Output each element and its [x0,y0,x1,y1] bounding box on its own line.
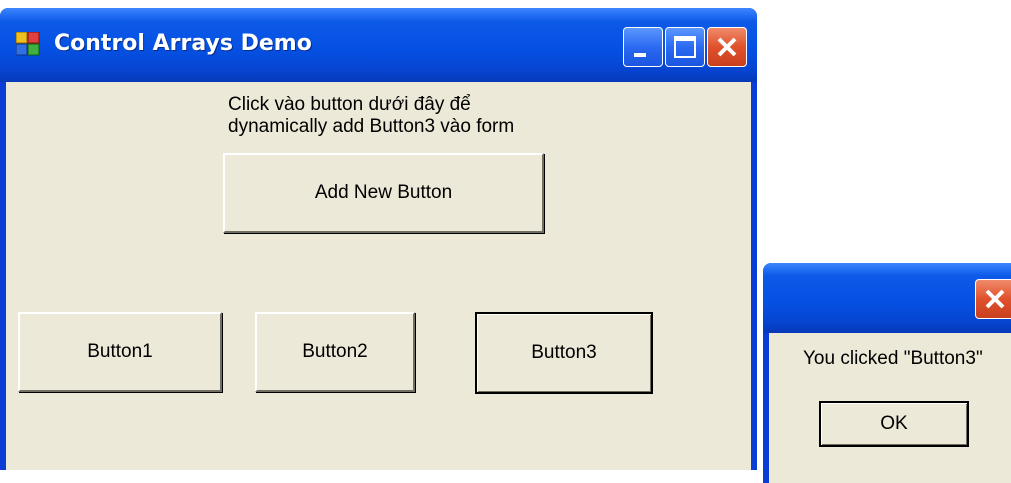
close-icon [717,37,737,57]
add-new-button[interactable]: Add New Button [223,153,544,233]
maximize-button[interactable] [665,27,705,67]
minimize-button[interactable] [623,27,663,67]
button2[interactable]: Button2 [255,312,415,392]
app-window-icon [16,32,40,56]
main-window: Control Arrays Demo Click vào button dướ… [0,8,757,470]
message-box-client-area: You clicked "Button3" OK [769,333,1011,483]
instruction-label-line2: dynamically add Button3 vào form [228,116,515,137]
close-icon [985,289,1005,309]
message-text: You clicked "Button3" [803,348,983,369]
message-box-title-bar[interactable] [763,263,1011,333]
minimize-icon [634,53,646,57]
title-bar[interactable]: Control Arrays Demo [0,8,757,82]
close-button[interactable] [707,27,747,67]
button3[interactable]: Button3 [475,312,653,394]
message-box-close-button[interactable] [975,279,1011,319]
form-client-area: Click vào button dưới đây để dynamically… [6,82,751,470]
ok-button[interactable]: OK [819,401,969,447]
window-title: Control Arrays Demo [54,31,312,56]
button1[interactable]: Button1 [18,312,222,392]
instruction-label-line1: Click vào button dưới đây để [228,94,471,115]
maximize-icon [674,36,696,58]
message-box: You clicked "Button3" OK [763,263,1011,483]
